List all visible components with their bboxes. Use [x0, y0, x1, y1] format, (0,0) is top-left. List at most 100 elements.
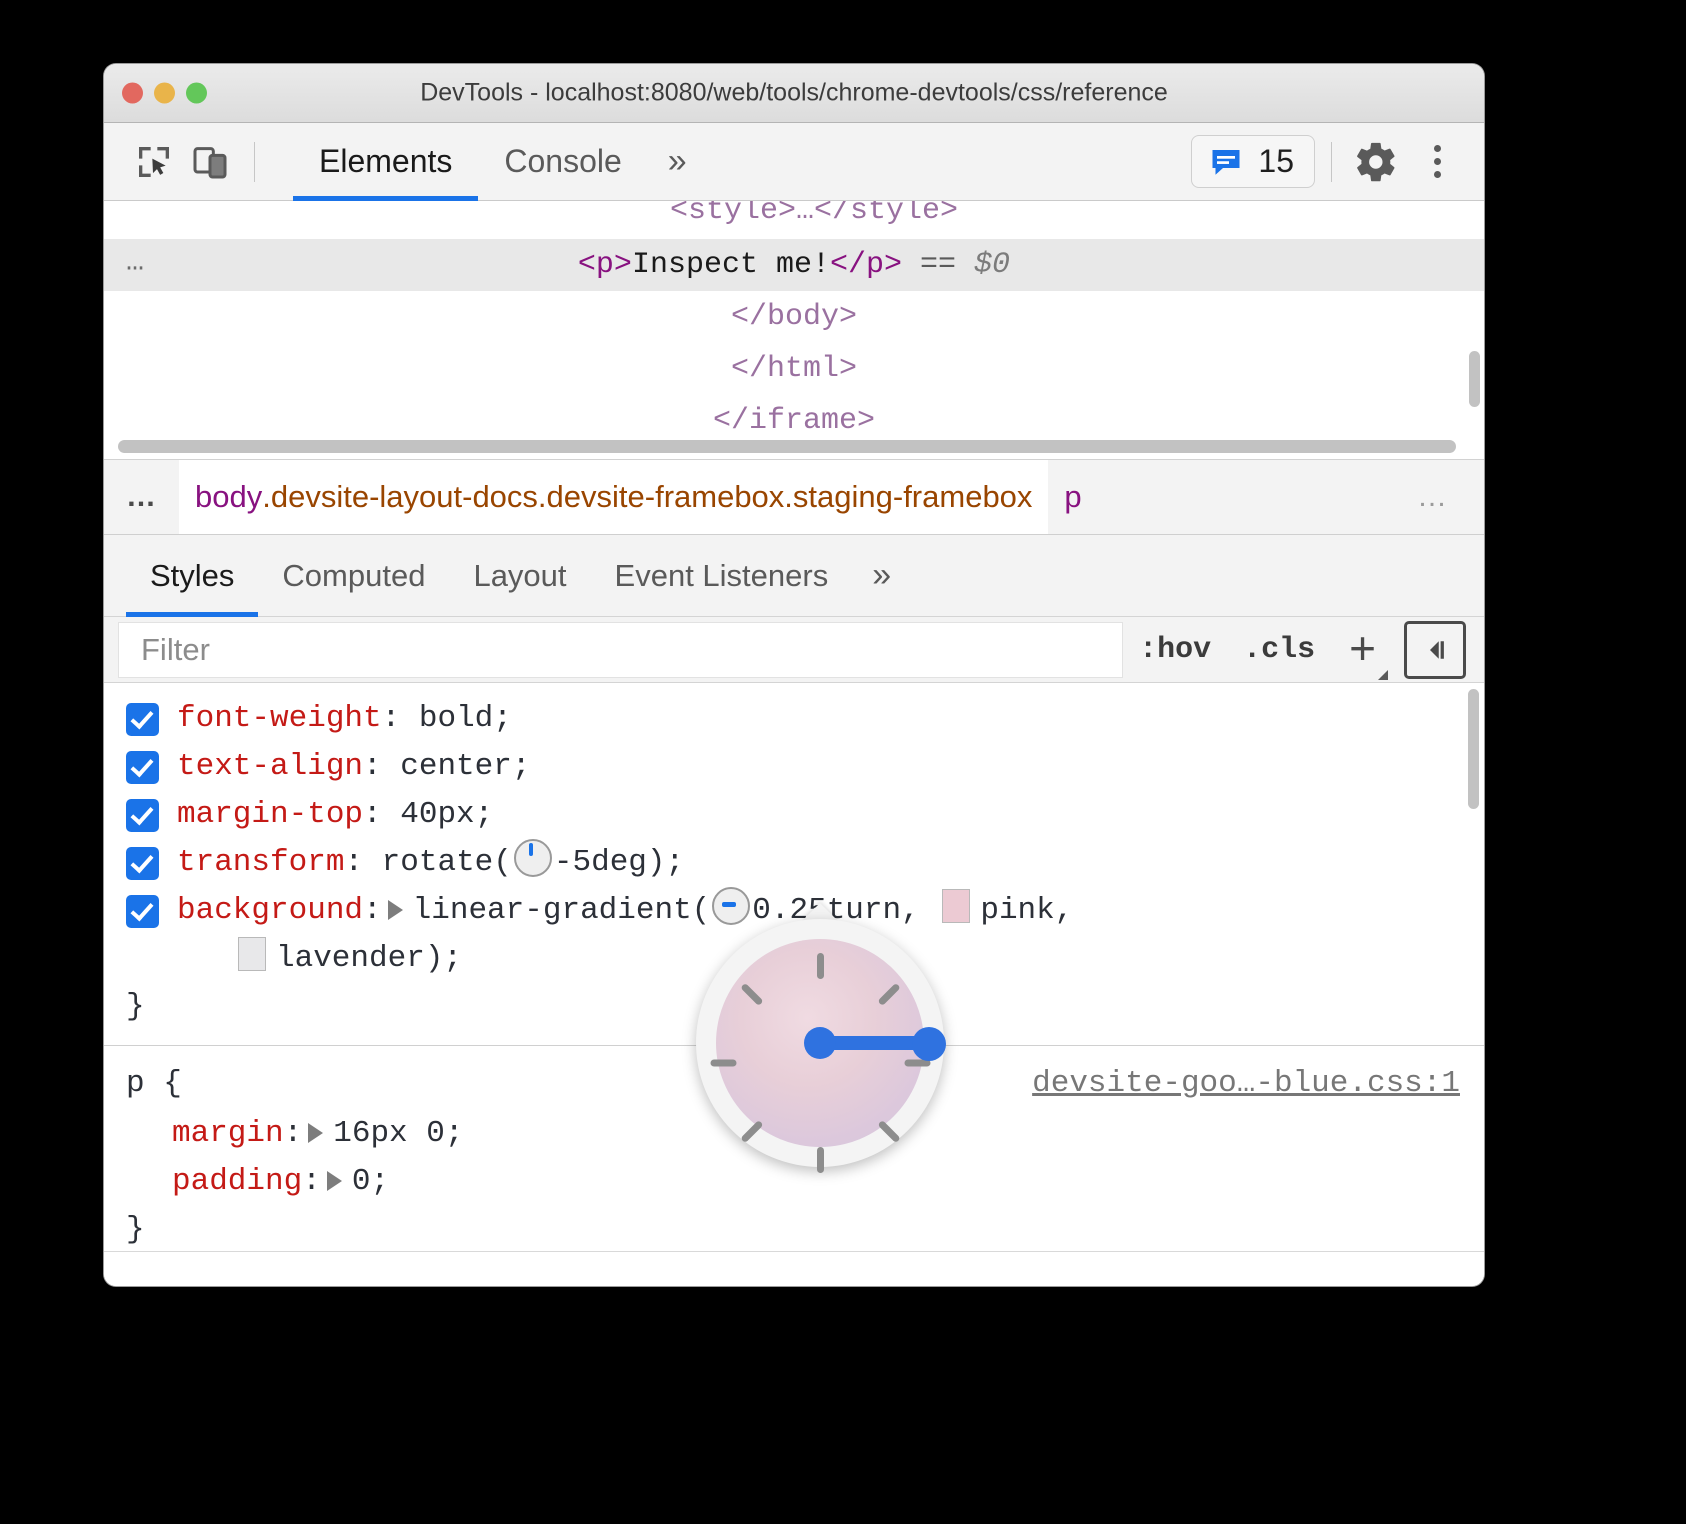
dom-tree-horizontal-scrollbar[interactable] [118, 440, 1456, 453]
expand-shorthand-triangle-icon[interactable] [308, 1123, 323, 1143]
color-swatch-lavender[interactable] [238, 937, 266, 971]
declaration-enable-checkbox[interactable] [126, 703, 159, 736]
device-toolbar-icon[interactable] [182, 134, 238, 190]
angle-tick [877, 1120, 900, 1143]
more-panels-chevron-icon[interactable]: » [648, 123, 703, 200]
transform-angle-value[interactable]: -5deg [554, 845, 647, 880]
property-name[interactable]: font-weight [177, 701, 382, 736]
tab-computed[interactable]: Computed [258, 535, 449, 616]
panel-tab-list: Elements Console » [293, 123, 703, 200]
plus-dropdown-caret-icon [1378, 670, 1388, 680]
declaration-transform[interactable]: transform: rotate(-5deg); [104, 839, 1484, 887]
tab-event-listeners[interactable]: Event Listeners [591, 535, 853, 616]
window-title-bar: DevTools - localhost:8080/web/tools/chro… [104, 64, 1484, 123]
new-style-rule-button[interactable]: + [1331, 625, 1394, 674]
dom-node-selected[interactable]: … <p>Inspect me!</p> == $0 [104, 239, 1484, 291]
message-count-label: 15 [1258, 143, 1294, 180]
search-input[interactable]: Filter [118, 622, 1123, 678]
property-value[interactable]: bold [419, 701, 493, 736]
toolbar-divider-right [1331, 142, 1332, 182]
element-classes-button[interactable]: .cls [1227, 633, 1331, 667]
declaration-enable-checkbox[interactable] [126, 751, 159, 784]
property-value[interactable]: 16px 0; [333, 1116, 463, 1151]
declaration-enable-checkbox[interactable] [126, 847, 159, 880]
declaration-margin-top[interactable]: margin-top: 40px; [104, 791, 1484, 839]
tab-layout[interactable]: Layout [449, 535, 590, 616]
breadcrumb-right-ellipsis[interactable]: … [1395, 460, 1484, 534]
panel-bottom-strip [104, 1251, 1484, 1286]
gear-icon[interactable] [1348, 134, 1404, 190]
property-name[interactable]: text-align [177, 749, 363, 784]
message-count-button[interactable]: 15 [1191, 135, 1315, 188]
styles-sidebar-tab-list: Styles Computed Layout Event Listeners » [104, 535, 1484, 617]
dom-line-body-close[interactable]: </body> [104, 291, 1484, 343]
dom-tree-vertical-scrollbar[interactable] [1469, 351, 1480, 407]
dom-collapsed-ellipsis[interactable]: … [126, 236, 146, 288]
declaration-enable-checkbox[interactable] [126, 895, 159, 928]
dom-close-tag: </p> [830, 248, 902, 282]
styles-filter-bar: Filter :hov .cls + [104, 617, 1484, 683]
transform-function-close: ); [647, 845, 684, 880]
screenshot-root: DevTools - localhost:8080/web/tools/chro… [0, 0, 1686, 1524]
angle-picker-popup[interactable] [696, 919, 944, 1167]
expand-shorthand-triangle-icon[interactable] [327, 1171, 342, 1191]
angle-tick [817, 953, 824, 979]
declaration-enable-checkbox[interactable] [126, 799, 159, 832]
plus-icon: + [1349, 622, 1376, 674]
selector-text[interactable]: p { [126, 1066, 182, 1101]
property-name[interactable]: margin [172, 1116, 284, 1151]
styles-declaration-pane[interactable]: font-weight: bold; text-align: center; m… [104, 683, 1484, 1267]
rule-close-brace-2: } [104, 1206, 1484, 1254]
angle-picker-dial-frame [696, 919, 944, 1167]
property-name[interactable]: margin-top [177, 797, 363, 832]
gradient-color-2[interactable]: lavender); [276, 941, 462, 976]
message-badge-icon [1208, 144, 1244, 180]
breadcrumb-item-body[interactable]: body.devsite-layout-docs.devsite-framebo… [179, 460, 1048, 534]
dom-dollar-zero: $0 [974, 248, 1010, 282]
breadcrumb-item-p[interactable]: p [1048, 460, 1097, 534]
declaration-font-weight[interactable]: font-weight: bold; [104, 695, 1484, 743]
angle-clock-icon[interactable] [514, 839, 552, 877]
tab-styles[interactable]: Styles [126, 535, 258, 616]
declaration-text-align[interactable]: text-align: center; [104, 743, 1484, 791]
transform-function-open: rotate( [382, 845, 512, 880]
breadcrumb-tag-name-p: p [1064, 479, 1081, 515]
property-value[interactable]: 0; [352, 1164, 389, 1199]
tab-elements[interactable]: Elements [293, 123, 478, 200]
gradient-function-open: linear-gradient( [413, 893, 711, 928]
devtools-window: DevTools - localhost:8080/web/tools/chro… [104, 64, 1484, 1286]
dom-line-clipped: <style>…</style> [104, 201, 1484, 237]
toggle-element-state-button[interactable]: :hov [1123, 633, 1227, 667]
kebab-menu-icon[interactable] [1412, 134, 1462, 190]
dom-open-tag: <p> [578, 248, 632, 282]
dom-line-html-close[interactable]: </html> [104, 343, 1484, 395]
toolbar-divider [254, 142, 255, 182]
devtools-main-toolbar: Elements Console » 15 [104, 123, 1484, 201]
toolbar-right-group: 15 [1191, 134, 1462, 190]
property-name[interactable]: background [177, 893, 363, 928]
breadcrumb-class-names: .devsite-layout-docs.devsite-framebox.st… [262, 479, 1032, 515]
property-name[interactable]: padding [172, 1164, 302, 1199]
inspect-element-icon[interactable] [126, 134, 182, 190]
dom-text-node: Inspect me! [632, 248, 830, 282]
property-value[interactable]: 40px [400, 797, 474, 832]
breadcrumb-left-ellipsis[interactable]: … [104, 460, 179, 534]
angle-tick [740, 1120, 763, 1143]
dom-equals-sign: == [920, 248, 956, 282]
window-title: DevTools - localhost:8080/web/tools/chro… [104, 79, 1484, 108]
stylesheet-source-link[interactable]: devsite-goo…-blue.css:1 [1032, 1058, 1460, 1110]
angle-picker-drag-handle[interactable] [912, 1027, 946, 1061]
tab-console[interactable]: Console [478, 123, 647, 200]
angle-tick [740, 983, 763, 1006]
more-sidebar-tabs-chevron-icon[interactable]: » [852, 535, 907, 616]
expand-shorthand-triangle-icon[interactable] [388, 900, 403, 920]
angle-picker-center-knob [804, 1027, 836, 1059]
angle-tick [710, 1060, 736, 1067]
gradient-color-1[interactable]: pink, [980, 893, 1073, 928]
color-swatch-pink[interactable] [942, 889, 970, 923]
dom-tree-pane[interactable]: <style>…</style> … <p>Inspect me!</p> ==… [104, 201, 1484, 459]
collapse-sidebar-icon[interactable] [1404, 621, 1466, 679]
property-name[interactable]: transform [177, 845, 344, 880]
property-value[interactable]: center [400, 749, 512, 784]
styles-vertical-scrollbar[interactable] [1468, 689, 1479, 809]
